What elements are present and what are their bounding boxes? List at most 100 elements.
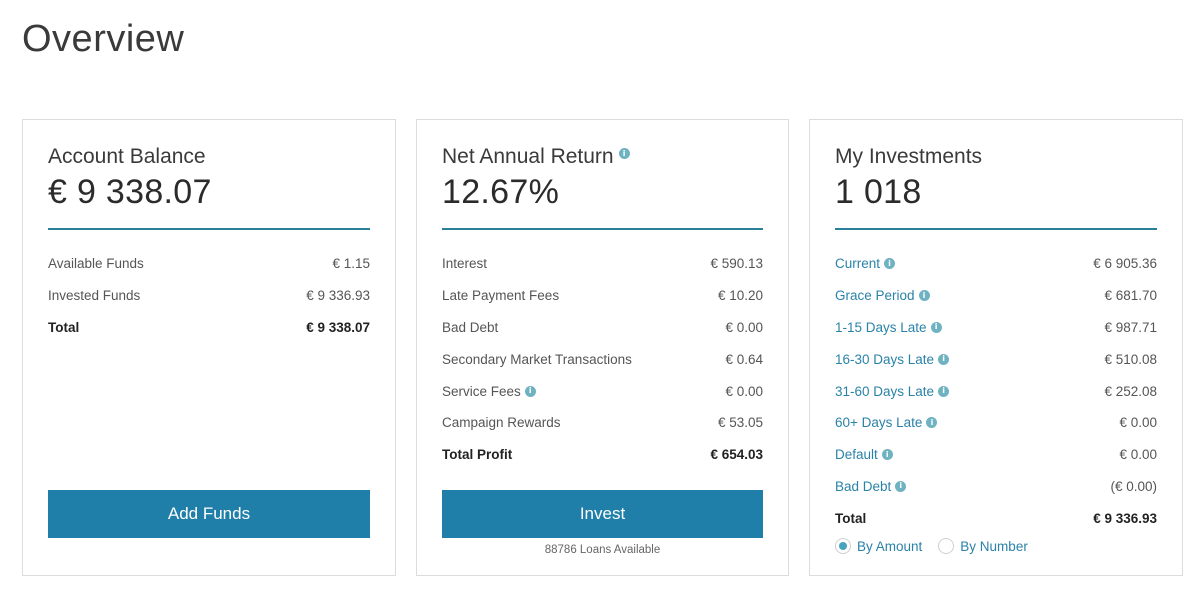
row-label: Total xyxy=(835,510,867,526)
by-number-radio[interactable]: By Number xyxy=(938,538,1028,554)
days-late-60-plus-link[interactable]: 60+ Days Late xyxy=(835,415,922,430)
my-investments-header: My Investments 1 018 xyxy=(835,145,1157,230)
row-value: € 6 905.36 xyxy=(1093,256,1157,272)
net-annual-return-label-wrap: Net Annual Return i xyxy=(442,145,763,169)
service-fees-row: Service Fees i € 0.00 xyxy=(442,375,763,407)
row-value: € 590.13 xyxy=(710,256,763,272)
interest-row: Interest € 590.13 xyxy=(442,248,763,280)
row-label: Total Profit xyxy=(442,447,513,463)
default-link[interactable]: Default xyxy=(835,447,878,462)
balance-total-row: Total € 9 338.07 xyxy=(48,312,370,344)
add-funds-button[interactable]: Add Funds xyxy=(48,490,370,538)
row-value: € 681.70 xyxy=(1104,288,1157,304)
days-late-1-15-row[interactable]: 1-15 Days Late i € 987.71 xyxy=(835,312,1157,344)
by-amount-radio[interactable]: By Amount xyxy=(835,538,922,554)
default-row[interactable]: Default i € 0.00 xyxy=(835,439,1157,471)
info-icon[interactable]: i xyxy=(618,148,630,159)
account-balance-value: € 9 338.07 xyxy=(48,173,212,211)
row-label[interactable]: 1-15 Days Late i xyxy=(835,320,942,335)
my-investments-value: 1 018 xyxy=(835,173,922,211)
row-value: € 0.00 xyxy=(1119,447,1157,463)
row-label: Total xyxy=(48,319,80,335)
info-icon[interactable]: i xyxy=(881,449,893,461)
account-balance-rows: Available Funds € 1.15 Invested Funds € … xyxy=(48,248,370,343)
invested-funds-row: Invested Funds € 9 336.93 xyxy=(48,280,370,312)
bad-debt-link[interactable]: Bad Debt xyxy=(835,479,891,494)
total-profit-row: Total Profit € 654.03 xyxy=(442,439,763,471)
late-payment-fees-row: Late Payment Fees € 10.20 xyxy=(442,280,763,312)
service-fees-label: Service Fees xyxy=(442,383,521,399)
account-balance-header: Account Balance € 9 338.07 xyxy=(48,145,370,230)
info-icon[interactable]: i xyxy=(895,480,907,492)
grace-period-link[interactable]: Grace Period xyxy=(835,288,915,303)
row-value: € 654.03 xyxy=(710,447,763,463)
days-late-31-60-link[interactable]: 31-60 Days Late xyxy=(835,384,934,399)
net-annual-return-header: Net Annual Return i 12.67% xyxy=(442,145,763,230)
info-icon[interactable]: i xyxy=(918,290,930,302)
available-funds-row: Available Funds € 1.15 xyxy=(48,248,370,280)
row-label: Service Fees i xyxy=(442,384,536,399)
investments-bad-debt-row[interactable]: Bad Debt i (€ 0.00) xyxy=(835,471,1157,503)
by-amount-label[interactable]: By Amount xyxy=(857,539,922,554)
row-value: € 0.64 xyxy=(725,351,763,367)
row-label[interactable]: 60+ Days Late i xyxy=(835,415,938,430)
net-annual-return-card: Net Annual Return i 12.67% Interest € 59… xyxy=(416,119,789,576)
current-row[interactable]: Current i € 6 905.36 xyxy=(835,248,1157,280)
my-investments-label: My Investments xyxy=(835,145,983,168)
days-late-1-15-link[interactable]: 1-15 Days Late xyxy=(835,320,927,335)
row-label: Secondary Market Transactions xyxy=(442,351,632,367)
row-label: Late Payment Fees xyxy=(442,288,560,304)
row-label[interactable]: Bad Debt i xyxy=(835,479,907,494)
invest-button[interactable]: Invest xyxy=(442,490,763,538)
grace-period-row[interactable]: Grace Period i € 681.70 xyxy=(835,280,1157,312)
info-icon[interactable]: i xyxy=(930,321,942,333)
my-investments-rows: Current i € 6 905.36 Grace Period i € 68… xyxy=(835,248,1157,534)
loans-available-text: 88786 Loans Available xyxy=(544,544,661,556)
row-label[interactable]: 31-60 Days Late i xyxy=(835,384,950,399)
days-late-16-30-row[interactable]: 16-30 Days Late i € 510.08 xyxy=(835,343,1157,375)
row-label[interactable]: 16-30 Days Late i xyxy=(835,352,950,367)
page-title: Overview xyxy=(22,18,185,60)
bad-debt-row: Bad Debt € 0.00 xyxy=(442,312,763,344)
row-value: € 53.05 xyxy=(717,415,763,431)
days-late-31-60-row[interactable]: 31-60 Days Late i € 252.08 xyxy=(835,375,1157,407)
info-icon[interactable]: i xyxy=(938,385,950,397)
row-label[interactable]: Grace Period i xyxy=(835,288,930,303)
row-label: Invested Funds xyxy=(48,288,141,304)
info-icon[interactable]: i xyxy=(926,417,938,429)
radio-unchecked[interactable] xyxy=(938,538,955,554)
info-icon[interactable]: i xyxy=(938,353,950,365)
info-icon[interactable]: i xyxy=(884,258,896,270)
row-value: € 1.15 xyxy=(332,256,370,272)
radio-dot xyxy=(839,542,847,550)
row-value: € 0.00 xyxy=(725,319,763,335)
days-late-60-plus-row[interactable]: 60+ Days Late i € 0.00 xyxy=(835,407,1157,439)
row-value: € 9 336.93 xyxy=(1093,510,1157,526)
row-value: (€ 0.00) xyxy=(1110,478,1157,494)
radio-checked[interactable] xyxy=(835,538,851,554)
row-label[interactable]: Current i xyxy=(835,256,896,271)
info-icon[interactable]: i xyxy=(524,385,536,397)
net-annual-return-value: 12.67% xyxy=(442,173,560,211)
row-label: Campaign Rewards xyxy=(442,415,561,431)
current-link[interactable]: Current xyxy=(835,256,880,271)
row-value: € 510.08 xyxy=(1104,351,1157,367)
row-value: € 9 336.93 xyxy=(306,288,370,304)
row-label: Available Funds xyxy=(48,256,144,272)
view-mode-radio-group: By Amount By Number xyxy=(835,538,1044,554)
net-annual-return-rows: Interest € 590.13 Late Payment Fees € 10… xyxy=(442,248,763,471)
row-value: € 9 338.07 xyxy=(306,319,370,335)
investments-total-row: Total € 9 336.93 xyxy=(835,502,1157,534)
campaign-rewards-row: Campaign Rewards € 53.05 xyxy=(442,407,763,439)
row-value: € 0.00 xyxy=(725,383,763,399)
days-late-16-30-link[interactable]: 16-30 Days Late xyxy=(835,352,934,367)
secondary-market-row: Secondary Market Transactions € 0.64 xyxy=(442,343,763,375)
account-balance-card: Account Balance € 9 338.07 Available Fun… xyxy=(22,119,396,576)
my-investments-card: My Investments 1 018 Current i € 6 905.3… xyxy=(809,119,1183,576)
by-number-label[interactable]: By Number xyxy=(960,539,1028,554)
row-value: € 0.00 xyxy=(1119,415,1157,431)
row-value: € 987.71 xyxy=(1104,319,1157,335)
row-label: Bad Debt xyxy=(442,319,499,335)
row-label[interactable]: Default i xyxy=(835,447,893,462)
row-label: Interest xyxy=(442,256,488,272)
